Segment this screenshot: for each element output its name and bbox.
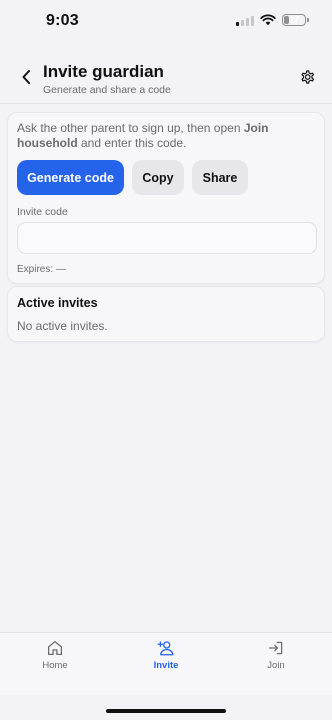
instructions-text-end: and enter this code. xyxy=(77,136,187,150)
tab-home-label: Home xyxy=(42,660,68,671)
chevron-left-icon xyxy=(22,70,30,84)
expires-text: Expires: — xyxy=(17,264,66,275)
tab-invite[interactable]: Invite xyxy=(131,639,201,679)
instructions-text: Ask the other parent to sign up, then op… xyxy=(17,121,244,135)
gear-icon xyxy=(301,70,315,84)
generate-code-button[interactable]: Generate code xyxy=(17,160,124,195)
battery-level: 27 xyxy=(288,15,299,25)
active-invites-empty: No active invites. xyxy=(17,319,108,333)
sign-in-icon xyxy=(268,641,283,655)
screen: 9:03 27 Invite guardian Generate and sha… xyxy=(0,0,332,720)
tab-join-label: Join xyxy=(267,660,285,671)
invite-instructions: Ask the other parent to sign up, then op… xyxy=(17,121,317,151)
cellular-signal-icon xyxy=(236,15,254,26)
person-add-icon xyxy=(157,641,174,656)
invite-code-field[interactable] xyxy=(17,222,317,254)
share-button[interactable]: Share xyxy=(192,160,248,195)
tab-join[interactable]: Join xyxy=(241,639,311,679)
status-bar: 9:03 27 xyxy=(0,0,332,44)
tab-home[interactable]: Home xyxy=(20,639,90,679)
status-icons: 27 xyxy=(236,14,309,26)
battery-icon: 27 xyxy=(282,14,309,26)
tab-bar: Home Invite Join xyxy=(0,632,332,695)
settings-button[interactable] xyxy=(298,68,316,86)
active-invites-card: Active invites No active invites. xyxy=(7,286,325,342)
home-indicator xyxy=(106,709,226,713)
page-header: Invite guardian Generate and share a cod… xyxy=(0,50,332,104)
status-time: 9:03 xyxy=(46,12,79,29)
copy-button[interactable]: Copy xyxy=(132,160,184,195)
page-subtitle: Generate and share a code xyxy=(43,84,171,96)
back-button[interactable] xyxy=(16,66,36,88)
tab-invite-label: Invite xyxy=(153,660,179,671)
invite-actions: Generate code Copy Share xyxy=(17,160,248,195)
wifi-icon xyxy=(260,14,276,26)
home-icon xyxy=(47,640,63,656)
invite-code-label: Invite code xyxy=(17,206,68,218)
invite-card: Ask the other parent to sign up, then op… xyxy=(7,112,325,284)
page-title: Invite guardian xyxy=(43,62,164,81)
active-invites-title: Active invites xyxy=(17,296,98,310)
